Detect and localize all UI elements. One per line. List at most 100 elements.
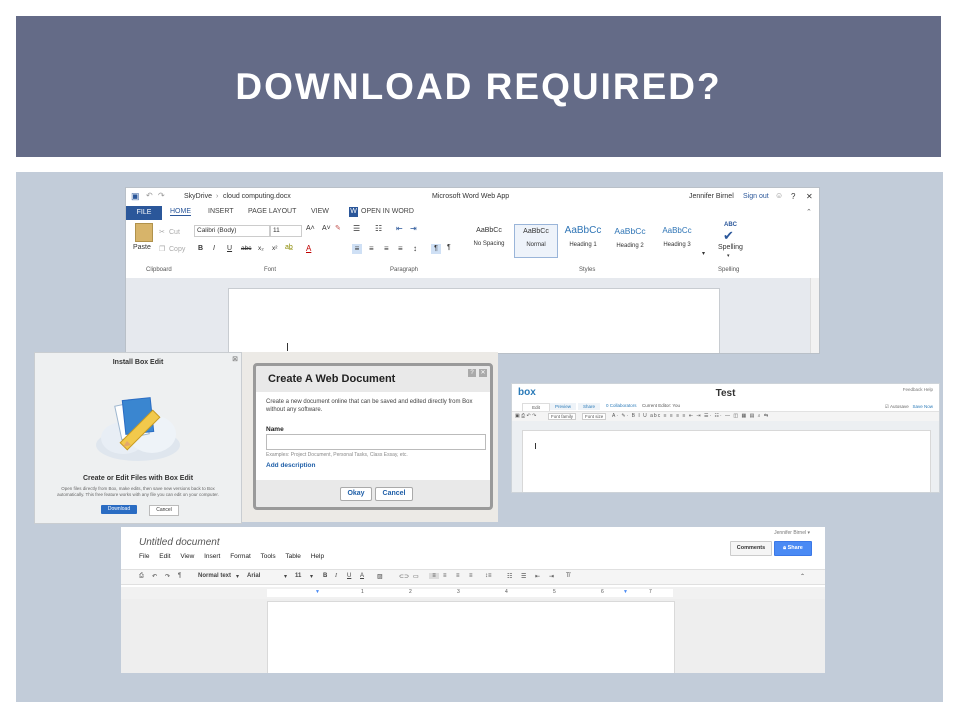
subscript-icon[interactable]: x₂ <box>258 245 264 252</box>
align-left-icon[interactable]: ≡ <box>429 573 439 579</box>
print-icon[interactable]: ⎙ <box>139 573 144 580</box>
formatting-icons[interactable]: A· ✎· B I U abc ≡ ≡ ≡ ≡ ⇤ ⇥ ☰· ☷· — ◫ ▦ … <box>612 413 769 419</box>
sign-out-link[interactable]: Sign out <box>743 193 769 200</box>
undo-icon[interactable]: ↶ <box>152 573 157 580</box>
cancel-button[interactable]: Cancel <box>375 487 413 501</box>
align-left-icon[interactable]: ≡ <box>352 244 362 254</box>
style-normal[interactable]: AaBbCc Normal <box>514 224 558 258</box>
font-size-select[interactable]: 11 <box>295 573 301 579</box>
redo-icon[interactable]: ↷ <box>165 573 170 580</box>
align-center-icon[interactable]: ≡ <box>443 573 447 579</box>
redo-icon[interactable]: ↷ <box>158 191 165 200</box>
grow-font-icon[interactable]: A˄ <box>306 225 315 232</box>
font-color-icon[interactable]: A <box>306 244 311 253</box>
undo-icon[interactable]: ↶ <box>146 191 153 200</box>
highlight-color-icon[interactable]: ▨ <box>377 573 383 580</box>
align-right-icon[interactable]: ≡ <box>384 244 389 253</box>
increase-indent-icon[interactable]: ⇥ <box>549 573 554 580</box>
tab-file[interactable]: FILE <box>126 206 162 220</box>
menu-table[interactable]: Table <box>285 553 301 560</box>
menu-edit[interactable]: Edit <box>159 553 170 560</box>
paint-format-icon[interactable]: ¶ <box>178 573 181 579</box>
breadcrumb-skydrive[interactable]: SkyDrive <box>184 193 212 200</box>
document-title[interactable]: Untitled document <box>139 537 220 548</box>
font-family-select[interactable]: Calibri (Body) <box>194 225 270 237</box>
tab-insert[interactable]: INSERT <box>208 208 234 215</box>
link-icon[interactable]: ⊂⊃ <box>399 573 409 580</box>
style-dropdown-icon[interactable]: ▾ <box>236 573 239 580</box>
decrease-indent-icon[interactable]: ⇤ <box>535 573 540 580</box>
clear-formatting-icon[interactable]: ✎ <box>335 224 341 232</box>
menu-tools[interactable]: Tools <box>260 553 275 560</box>
bulleted-list-icon[interactable]: ☰ <box>521 573 526 580</box>
word-document-page[interactable] <box>228 288 720 353</box>
font-family-select[interactable]: Font family <box>548 413 577 420</box>
paragraph-style-select[interactable]: Normal text <box>198 573 231 579</box>
comments-button[interactable]: Comments <box>730 541 772 556</box>
user-name[interactable]: Jennifer Birnel ▾ <box>774 530 810 536</box>
editor-page[interactable] <box>522 430 931 492</box>
menu-insert[interactable]: Insert <box>204 553 220 560</box>
align-center-icon[interactable]: ≡ <box>369 244 374 253</box>
tab-home[interactable]: HOME <box>170 208 191 216</box>
tab-view[interactable]: VIEW <box>311 208 329 215</box>
size-dropdown-icon[interactable]: ▾ <box>310 573 313 580</box>
cut-button[interactable]: Cut <box>169 229 180 236</box>
menu-format[interactable]: Format <box>230 553 251 560</box>
italic-icon[interactable]: I <box>335 573 337 579</box>
indent-marker-icon[interactable]: ▼ <box>315 589 320 595</box>
help-icon[interactable]: ? <box>468 369 476 377</box>
document-page[interactable] <box>267 601 675 673</box>
menu-help[interactable]: Help <box>311 553 324 560</box>
close-icon[interactable]: ✕ <box>479 369 487 377</box>
menu-file[interactable]: File <box>139 553 149 560</box>
line-spacing-icon[interactable]: ↕≡ <box>485 573 492 579</box>
spelling-check-icon[interactable]: ✔ <box>723 228 734 244</box>
text-color-icon[interactable]: A <box>360 573 364 579</box>
collapse-toolbar-icon[interactable]: ⌃ <box>800 573 805 580</box>
bullets-icon[interactable]: ☰ <box>353 224 360 233</box>
increase-indent-icon[interactable]: ⇥ <box>410 224 417 233</box>
bold-icon[interactable]: B <box>198 245 203 252</box>
font-size-select[interactable]: 11 <box>270 225 302 237</box>
style-heading-2[interactable]: AaBbCc Heading 2 <box>608 224 652 258</box>
collaborators-link[interactable]: 0 Collaborators <box>606 403 637 408</box>
styles-more-icon[interactable]: ▾ <box>702 250 705 257</box>
font-size-select[interactable]: Font size <box>582 413 607 420</box>
numbered-list-icon[interactable]: ☷ <box>507 573 512 580</box>
decrease-indent-icon[interactable]: ⇤ <box>396 224 403 233</box>
help-icon[interactable]: ? <box>791 192 795 201</box>
font-select[interactable]: Arial <box>247 573 260 579</box>
clear-formatting-icon[interactable]: T̸ <box>566 573 570 579</box>
strikethrough-icon[interactable]: abc <box>241 245 251 252</box>
highlight-icon[interactable]: ab̲ <box>285 244 293 251</box>
right-indent-marker-icon[interactable]: ▼ <box>623 589 628 595</box>
tab-share[interactable]: Share <box>578 403 600 410</box>
okay-button[interactable]: Okay <box>340 487 372 501</box>
close-icon[interactable]: ✕ <box>806 192 813 201</box>
feedback-help-links[interactable]: Feedback Help <box>903 387 933 392</box>
underline-icon[interactable]: U <box>227 245 232 252</box>
comment-icon[interactable]: ▭ <box>413 573 419 580</box>
paste-icon[interactable] <box>135 223 153 242</box>
close-icon[interactable]: ⊠ <box>232 355 238 363</box>
save-now-link[interactable]: Save Now <box>912 404 933 409</box>
cancel-button[interactable]: Cancel <box>149 505 179 516</box>
download-button[interactable]: Download <box>101 505 137 514</box>
copy-button[interactable]: Copy <box>169 246 185 253</box>
style-heading-3[interactable]: AaBbCc Heading 3 <box>655 224 699 258</box>
toolbar-icons[interactable]: ▣ ⎙ ↶ ↷ <box>515 413 536 419</box>
spelling-button[interactable]: Spelling <box>718 244 743 251</box>
tab-preview[interactable]: Preview <box>550 403 576 410</box>
word-scrollbar[interactable] <box>810 278 819 353</box>
numbering-icon[interactable]: ☷ <box>375 224 382 233</box>
name-field[interactable] <box>266 434 486 450</box>
cut-icon[interactable]: ✂ <box>159 228 165 236</box>
superscript-icon[interactable]: x² <box>272 245 277 252</box>
add-description-link[interactable]: Add description <box>266 462 315 469</box>
bold-icon[interactable]: B <box>323 573 327 579</box>
copy-icon[interactable]: ❐ <box>159 245 165 253</box>
collapse-ribbon-icon[interactable]: ⌃ <box>806 208 812 216</box>
save-icon[interactable]: ▣ <box>131 191 140 202</box>
justify-icon[interactable]: ≡ <box>469 573 473 579</box>
